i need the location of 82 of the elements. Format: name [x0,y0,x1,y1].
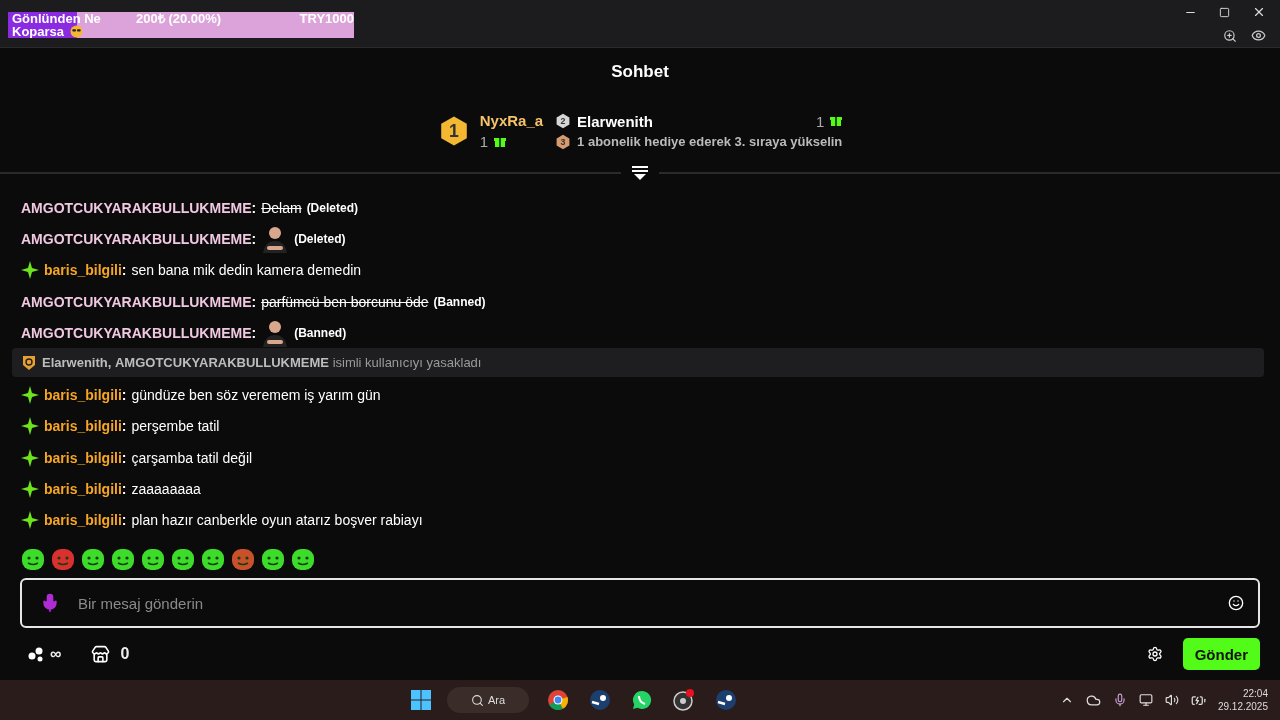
emote-icon[interactable] [200,546,226,572]
message-status: (Banned) [294,325,347,340]
chat-title: Sohbet [610,61,670,83]
sparkle-badge-icon [21,386,39,405]
message-text: plan hazır canberkle oyun atarız boşver rabiayı [131,512,423,529]
goal-amount: 200₺ (20.00%) [136,12,223,25]
emote-icon[interactable] [230,546,256,572]
points-icon[interactable] [28,646,44,662]
eye-icon[interactable] [1251,28,1266,43]
sparkle-badge-icon [21,480,39,498]
cloud-icon[interactable] [1085,692,1101,708]
chat-username[interactable]: baris_bilgili: [44,481,127,497]
chat-username[interactable]: AMGOTCUKYARAKBULLUKMEME: [21,293,257,310]
network-icon[interactable] [1138,693,1153,707]
steam-icon[interactable] [589,690,610,710]
store-icon[interactable] [91,644,111,664]
rank-hint: 1 abonelik hediye ederek 3. sıraya yükselin [577,134,843,149]
close-icon[interactable] [1252,5,1266,19]
message-status: (Deleted) [294,231,346,246]
send-button[interactable]: Gönder [1182,638,1260,670]
volume-icon[interactable] [1164,693,1179,707]
figure-emote-icon [261,224,290,253]
message-input[interactable]: Bir mesaj gönderin [76,593,1212,613]
top-gifter-name[interactable]: NyxRa_a [479,112,544,129]
gift-count: 1 [479,133,489,150]
points-count: ∞ [50,645,62,663]
gift-count: 1 [815,112,825,130]
gifter-name[interactable]: Elarwenith [577,112,653,130]
emote-icon[interactable] [20,546,46,572]
chat-bubble-icon[interactable] [631,690,652,710]
taskbar-search[interactable]: Ara [446,687,529,713]
zoom-icon[interactable] [1223,28,1237,43]
sparkle-badge-icon [21,261,39,280]
sparkle-badge-icon [21,511,39,530]
chat-username[interactable]: AMGOTCUKYARAKBULLUKMEME: [21,324,257,341]
restore-icon[interactable] [1219,6,1230,18]
message-text: Delam [261,199,302,216]
mic-icon[interactable] [40,593,60,613]
windows-icon[interactable] [410,690,431,710]
message-status: (Banned) [433,294,486,309]
recorder-icon[interactable] [672,689,695,711]
chat-username[interactable]: AMGOTCUKYARAKBULLUKMEME: [21,199,257,216]
chat-username[interactable]: baris_bilgili: [44,262,127,279]
chat-username[interactable]: baris_bilgili: [44,387,127,404]
emote-icon[interactable] [110,546,136,572]
chat-username[interactable]: baris_bilgili: [44,418,127,435]
moderation-text: Elarwenith, AMGOTCUKYARAKBULLUKMEME isimli kullanıcıyı yasakladı [42,355,482,371]
clock-date[interactable]: 29.12.2025 [1217,701,1268,712]
gift-icon [494,135,507,148]
message-text: sen bana mik dedin kamera demedin [131,262,362,279]
mic-icon[interactable] [1112,693,1127,707]
message-text: perşembe tatil [131,418,220,435]
sparkle-badge-icon [21,448,39,467]
store-count: 0 [120,645,130,663]
steam-icon[interactable] [715,690,736,710]
gift-icon [830,115,843,127]
rank-medal-icon: 2 [555,113,572,129]
browser-icon[interactable] [547,690,568,710]
emote-icon[interactable] [260,546,286,572]
sparkle-badge-icon [21,417,39,436]
settings-icon[interactable] [1146,646,1163,662]
message-text: zaaaaaaaa [131,481,201,497]
chat-username[interactable]: baris_bilgili: [44,449,127,466]
emote-icon[interactable] [290,546,316,572]
emote-icon[interactable] [170,546,196,572]
message-field[interactable]: Bir mesaj gönderin [20,578,1260,628]
message-text: parfümcü ben borcunu öde [261,293,429,310]
shield-icon [21,355,37,371]
chat-username[interactable]: baris_bilgili: [44,512,127,529]
clock-time[interactable]: 22:04 [1242,688,1268,699]
message-status: (Deleted) [306,200,358,215]
emote-icon[interactable] [140,546,166,572]
search-icon [470,693,484,707]
goal-target: TRY1000 [299,12,354,25]
chat-username[interactable]: AMGOTCUKYARAKBULLUKMEME: [21,230,257,247]
collapse-icon[interactable] [631,166,649,180]
goal-title: Koparsa [12,25,65,38]
emoji-icon[interactable] [1228,595,1244,611]
emote-icon[interactable] [80,546,106,572]
rank-medal-icon: 3 [555,133,572,150]
message-text: çarşamba tatil değil [131,449,253,466]
message-text: gündüze ben söz veremem iş yarım gün [131,387,381,404]
